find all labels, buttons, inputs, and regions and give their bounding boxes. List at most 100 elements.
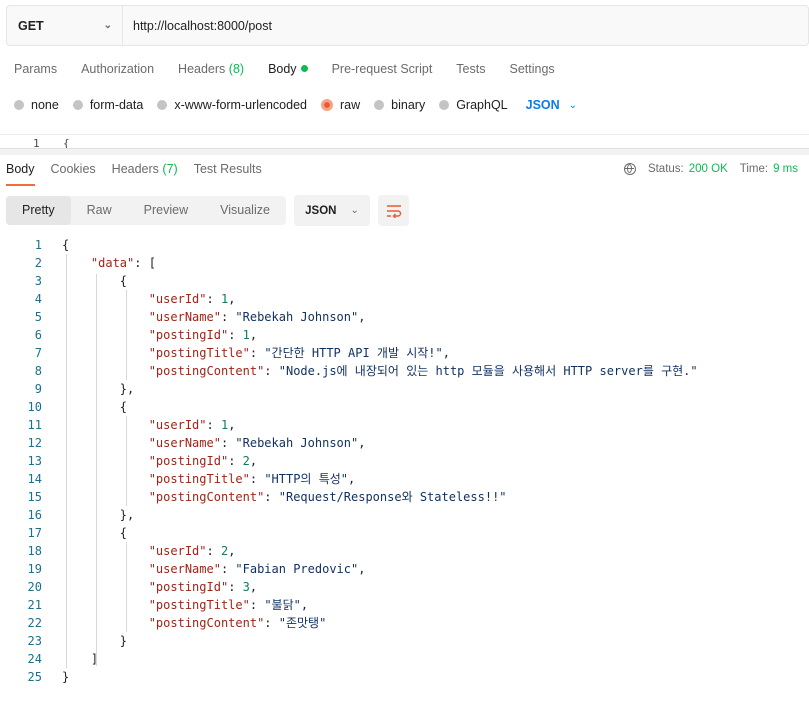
code-text: { xyxy=(63,137,70,148)
code-text: "postingId": 1, xyxy=(148,328,258,342)
request-body-editor[interactable]: 1 { xyxy=(0,134,809,148)
time-value[interactable]: 9 ms xyxy=(773,163,798,175)
line-number: 11 xyxy=(27,418,42,432)
line-number: 23 xyxy=(27,634,42,648)
radio-label: GraphQL xyxy=(456,98,508,112)
tab-params[interactable]: Params xyxy=(14,62,57,76)
line-number: 25 xyxy=(27,670,42,684)
wrap-lines-button[interactable] xyxy=(378,195,409,226)
line-number: 10 xyxy=(27,400,42,414)
request-tabs: Params Authorization Headers (8) Body Pr… xyxy=(14,62,579,76)
radio-selected-icon xyxy=(321,99,333,111)
status-value[interactable]: 200 OK xyxy=(689,163,728,175)
chevron-down-icon: ⌄ xyxy=(568,99,578,111)
line-number: 5 xyxy=(34,310,42,324)
line-number: 19 xyxy=(27,562,42,576)
indent-guide xyxy=(96,274,97,666)
body-format-label: JSON xyxy=(525,98,560,112)
radio-none[interactable]: none xyxy=(14,98,59,112)
response-headers-count: (7) xyxy=(162,162,178,176)
indent-guide xyxy=(126,416,127,506)
indent-guide xyxy=(126,290,127,380)
url-bar: GET ⌄ http://localhost:8000/post xyxy=(6,5,809,46)
code-text: "postingId": 3, xyxy=(148,580,258,594)
view-mode-raw[interactable]: Raw xyxy=(71,196,128,225)
method-label: GET xyxy=(18,18,44,33)
time-label: Time: xyxy=(739,163,769,175)
response-format-label: JSON xyxy=(305,204,337,217)
view-mode-pretty[interactable]: Pretty xyxy=(6,196,71,225)
radio-label: raw xyxy=(340,98,361,112)
code-text: "postingTitle": "간단한 HTTP API 개발 시작!", xyxy=(148,346,450,360)
code-text: { xyxy=(62,526,128,540)
line-number: 22 xyxy=(27,616,42,630)
radio-x-www-form-urlencoded[interactable]: x-www-form-urlencoded xyxy=(157,98,307,112)
tab-test-results[interactable]: Test Results xyxy=(194,162,262,186)
radio-binary[interactable]: binary xyxy=(374,98,425,112)
response-status: Status: 200 OK Time: 9 ms xyxy=(623,163,798,175)
line-number: 7 xyxy=(34,346,42,360)
response-toolbar: Pretty Raw Preview Visualize JSON ⌄ xyxy=(6,195,409,226)
line-number: 1 xyxy=(34,238,42,252)
tab-response-headers-label: Headers xyxy=(111,162,159,176)
tab-cookies[interactable]: Cookies xyxy=(51,162,96,186)
code-text: "postingId": 2, xyxy=(148,454,258,468)
indent-guide xyxy=(66,254,67,668)
code-text: { xyxy=(62,238,70,252)
tab-body[interactable]: Body xyxy=(268,62,308,76)
response-format-select[interactable]: JSON ⌄ xyxy=(294,195,370,226)
code-text: { xyxy=(62,400,128,414)
tab-pre-request-script[interactable]: Pre-request Script xyxy=(332,62,433,76)
line-number: 1 xyxy=(33,137,40,148)
headers-count: (8) xyxy=(228,62,245,76)
line-number: 13 xyxy=(27,454,42,468)
code-text: }, xyxy=(62,508,135,522)
radio-label: binary xyxy=(391,98,426,112)
tab-settings[interactable]: Settings xyxy=(509,62,554,76)
line-number: 24 xyxy=(27,652,42,666)
tab-headers[interactable]: Headers (8) xyxy=(178,62,244,76)
code-text: "userId": 2, xyxy=(148,544,236,558)
code-text: ] xyxy=(62,652,99,666)
line-number: 4 xyxy=(34,292,42,306)
line-number: 3 xyxy=(34,274,42,288)
body-format-select[interactable]: JSON ⌄ xyxy=(526,98,577,112)
line-number: 16 xyxy=(27,508,42,522)
view-mode-preview[interactable]: Preview xyxy=(128,196,204,225)
radio-form-data[interactable]: form-data xyxy=(72,98,144,112)
tab-authorization[interactable]: Authorization xyxy=(81,62,154,76)
pane-resize-handle[interactable] xyxy=(0,148,809,155)
code-text: "postingTitle": "불닭", xyxy=(148,598,309,612)
tab-body-label: Body xyxy=(268,62,297,76)
code-text: "postingContent": "존맛탱" xyxy=(148,616,327,630)
line-number: 20 xyxy=(27,580,42,594)
tab-tests[interactable]: Tests xyxy=(456,62,485,76)
chevron-down-icon: ⌄ xyxy=(350,205,359,216)
method-select[interactable]: GET ⌄ xyxy=(7,6,123,45)
radio-circle-icon xyxy=(157,100,168,110)
view-mode-visualize[interactable]: Visualize xyxy=(204,196,286,225)
line-number: 2 xyxy=(34,256,42,270)
radio-circle-icon xyxy=(72,100,83,110)
line-number: 9 xyxy=(34,382,42,396)
line-number: 15 xyxy=(27,490,42,504)
wrap-lines-icon xyxy=(386,204,401,218)
response-tabs: Body Cookies Headers (7) Test Results xyxy=(6,162,278,186)
globe-icon[interactable] xyxy=(623,163,636,175)
code-text: "userName": "Rebekah Johnson", xyxy=(148,436,366,450)
radio-raw[interactable]: raw xyxy=(321,98,360,112)
body-type-radios: none form-data x-www-form-urlencoded raw… xyxy=(14,98,577,112)
radio-label: form-data xyxy=(89,98,144,112)
tab-response-headers[interactable]: Headers (7) xyxy=(112,162,178,186)
url-input[interactable]: http://localhost:8000/post xyxy=(123,19,272,33)
code-text: { xyxy=(62,274,128,288)
line-number: 18 xyxy=(27,544,42,558)
radio-graphql[interactable]: GraphQL xyxy=(439,98,508,112)
chevron-down-icon: ⌄ xyxy=(103,20,112,31)
line-number: 21 xyxy=(27,598,42,612)
code-text: }, xyxy=(62,382,135,396)
status-label: Status: xyxy=(647,163,684,175)
line-number: 17 xyxy=(27,526,42,540)
tab-response-body[interactable]: Body xyxy=(6,162,35,186)
line-number: 6 xyxy=(34,328,42,342)
